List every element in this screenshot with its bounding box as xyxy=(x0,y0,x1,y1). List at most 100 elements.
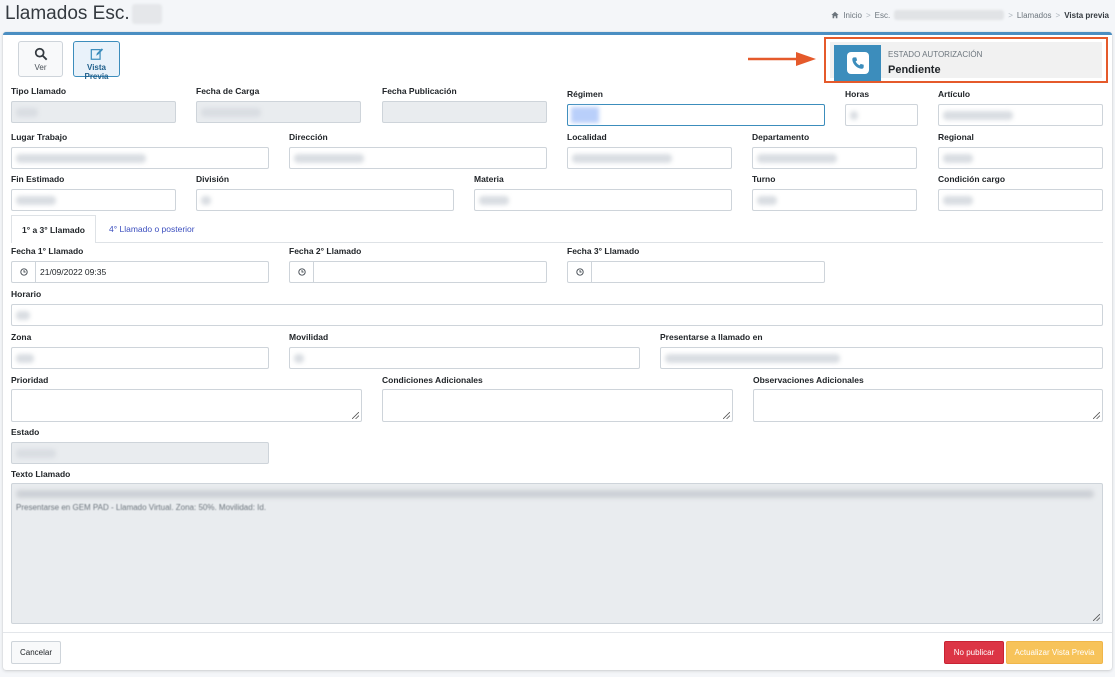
resize-grip-icon[interactable] xyxy=(723,412,730,419)
horas-field[interactable] xyxy=(845,104,918,126)
redacted-value xyxy=(294,154,364,163)
resize-grip-icon[interactable] xyxy=(1093,412,1100,419)
status-inner: ESTADO AUTORIZACIÓN Pendiente xyxy=(830,42,1102,81)
fecha3-label: Fecha 3° Llamado xyxy=(567,246,640,256)
estado-autorizacion-box: ESTADO AUTORIZACIÓN Pendiente xyxy=(824,37,1108,83)
horas-label: Horas xyxy=(845,89,870,99)
resize-grip-icon[interactable] xyxy=(1093,614,1100,621)
vista-previa-button[interactable]: Vista Previa xyxy=(73,41,120,81)
fecha1-field[interactable]: 21/09/2022 09:35 xyxy=(11,261,269,283)
fecha2-field[interactable] xyxy=(289,261,547,283)
page-title-text: Llamados Esc. xyxy=(5,3,130,24)
departamento-label: Departamento xyxy=(752,132,810,142)
status-label: ESTADO AUTORIZACIÓN xyxy=(888,50,983,59)
observaciones-label: Observaciones Adicionales xyxy=(753,375,864,385)
tab-4-llamado[interactable]: 4° Llamado o posterior xyxy=(99,215,205,243)
departamento-field[interactable] xyxy=(752,147,917,169)
movilidad-label: Movilidad xyxy=(289,332,329,342)
breadcrumb-esc[interactable]: Esc. xyxy=(875,11,891,20)
condiciones-textarea[interactable] xyxy=(382,389,733,422)
lugar-trabajo-label: Lugar Trabajo xyxy=(11,132,68,142)
no-publicar-button[interactable]: No publicar xyxy=(944,641,1004,664)
breadcrumb: Inicio > Esc. > Llamados > Vista previa xyxy=(831,10,1109,20)
status-icon-box xyxy=(834,45,881,81)
vista-previa-label: Vista Previa xyxy=(84,63,109,81)
home-icon xyxy=(831,11,839,19)
fecha-publicacion-field xyxy=(382,101,547,123)
search-icon xyxy=(34,47,47,61)
materia-field[interactable] xyxy=(474,189,732,211)
page-title: Llamados Esc. xyxy=(5,3,162,25)
tab-1-3-llamado[interactable]: 1° a 3° Llamado xyxy=(11,215,96,243)
prioridad-label: Prioridad xyxy=(11,375,49,385)
tipo-llamado-label: Tipo Llamado xyxy=(11,86,67,96)
fecha2-label: Fecha 2° Llamado xyxy=(289,246,362,256)
breadcrumb-active: Vista previa xyxy=(1064,10,1109,20)
articulo-label: Artículo xyxy=(938,89,971,99)
fecha1-label: Fecha 1° Llamado xyxy=(11,246,84,256)
estado-label: Estado xyxy=(11,427,40,437)
texto-llamado-textarea: Presentarse en GEM PAD - Llamado Virtual… xyxy=(11,483,1103,624)
horario-label: Horario xyxy=(11,289,42,299)
materia-label: Materia xyxy=(474,174,504,184)
edit-icon xyxy=(90,48,103,60)
localidad-field[interactable] xyxy=(567,147,732,169)
articulo-field[interactable] xyxy=(938,104,1103,126)
ver-button-label: Ver xyxy=(34,63,47,72)
arrow-right-icon xyxy=(748,52,816,66)
redacted-title-part xyxy=(131,3,162,24)
redacted-value xyxy=(572,154,672,163)
clock-icon xyxy=(12,262,36,282)
regional-field[interactable] xyxy=(938,147,1103,169)
direccion-label: Dirección xyxy=(289,132,328,142)
zona-field[interactable] xyxy=(11,347,269,369)
regional-label: Regional xyxy=(938,132,974,142)
estado-field xyxy=(11,442,269,464)
condicion-cargo-field[interactable] xyxy=(938,189,1103,211)
turno-field[interactable] xyxy=(752,189,917,211)
fin-estimado-field[interactable] xyxy=(11,189,176,211)
horario-field[interactable] xyxy=(11,304,1103,326)
redacted-value xyxy=(665,354,840,363)
prioridad-textarea[interactable] xyxy=(11,389,362,422)
redacted-value xyxy=(757,196,777,205)
fin-estimado-label: Fin Estimado xyxy=(11,174,65,184)
movilidad-field[interactable] xyxy=(289,347,640,369)
division-label: División xyxy=(196,174,230,184)
phone-icon xyxy=(851,57,864,69)
condicion-cargo-label: Condición cargo xyxy=(938,174,1006,184)
clock-icon xyxy=(568,262,592,282)
regimen-label: Régimen xyxy=(567,89,603,99)
regimen-select[interactable] xyxy=(567,104,825,126)
localidad-label: Localidad xyxy=(567,132,607,142)
breadcrumb-separator: > xyxy=(1055,10,1061,20)
turno-label: Turno xyxy=(752,174,776,184)
regimen-selected-value xyxy=(571,107,599,123)
direccion-field[interactable] xyxy=(289,147,547,169)
fecha-carga-field xyxy=(196,101,361,123)
breadcrumb-llamados[interactable]: Llamados xyxy=(1017,11,1052,20)
redacted-value xyxy=(294,354,304,363)
condiciones-label: Condiciones Adicionales xyxy=(382,375,483,385)
division-field[interactable] xyxy=(196,189,454,211)
redacted-value xyxy=(201,196,211,205)
redacted-value xyxy=(850,111,858,120)
clock-icon xyxy=(290,262,314,282)
cancel-button[interactable]: Cancelar xyxy=(11,641,61,664)
actualizar-vista-previa-button[interactable]: Actualizar Vista Previa xyxy=(1006,641,1103,664)
texto-llamado-line: Presentarse en GEM PAD - Llamado Virtual… xyxy=(16,503,267,512)
resize-grip-icon[interactable] xyxy=(352,412,359,419)
redacted-value xyxy=(16,154,146,163)
redacted-value xyxy=(16,354,34,363)
redacted-text xyxy=(16,490,1094,498)
lugar-trabajo-field[interactable] xyxy=(11,147,269,169)
breadcrumb-home[interactable]: Inicio xyxy=(843,11,862,20)
ver-button[interactable]: Ver xyxy=(18,41,63,77)
fecha3-field[interactable] xyxy=(567,261,825,283)
presentarse-field[interactable] xyxy=(660,347,1103,369)
page-header: Llamados Esc. Inicio > Esc. > Llamados >… xyxy=(0,0,1115,32)
redacted-value xyxy=(16,108,38,117)
status-value: Pendiente xyxy=(888,64,941,76)
redacted-value xyxy=(201,108,261,117)
observaciones-textarea[interactable] xyxy=(753,389,1103,422)
